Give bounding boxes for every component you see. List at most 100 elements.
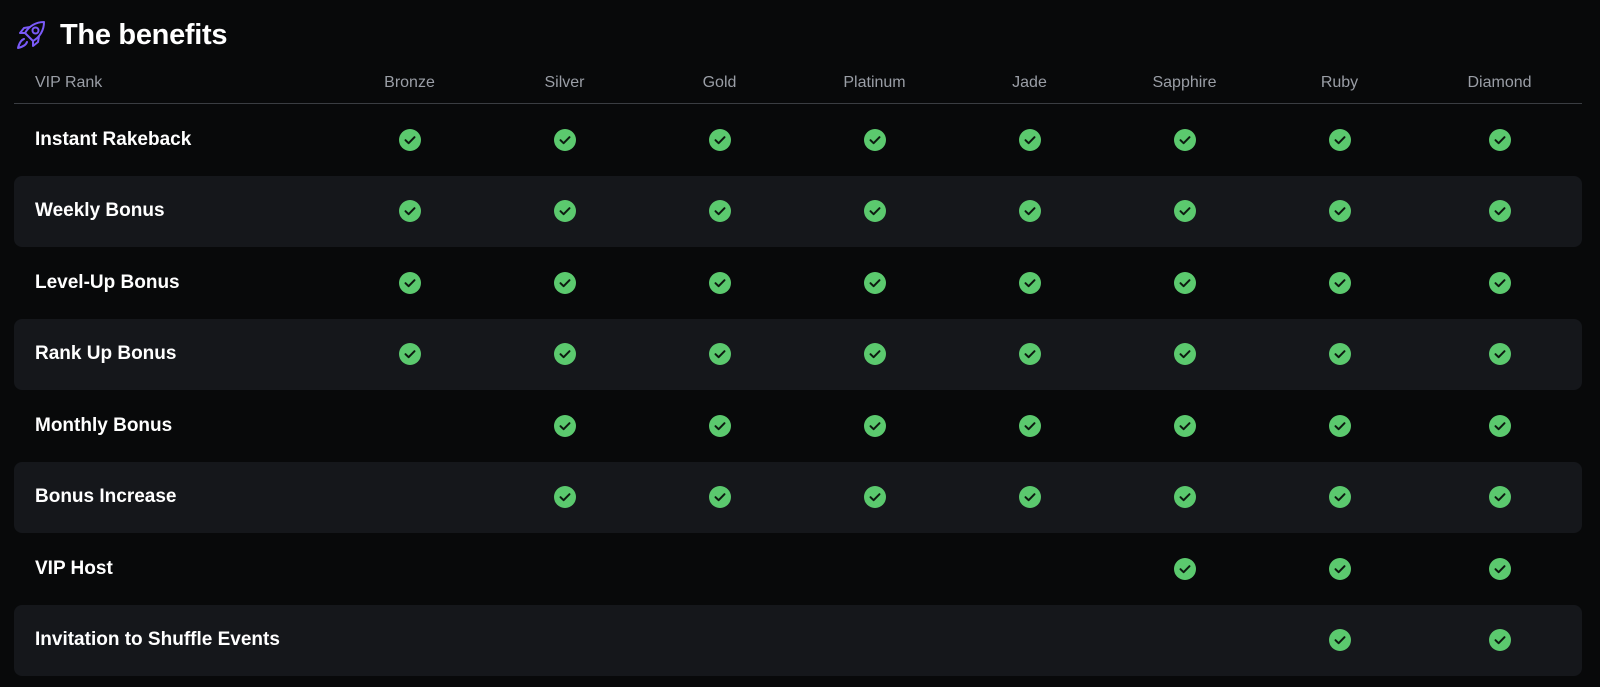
benefit-cell xyxy=(1417,461,1582,533)
benefit-cell xyxy=(642,604,797,676)
rocket-icon xyxy=(14,18,48,52)
check-icon xyxy=(398,343,421,366)
benefit-cell xyxy=(487,318,642,390)
benefit-label: Invitation to Shuffle Events xyxy=(14,604,332,676)
benefit-cell xyxy=(332,533,487,605)
benefit-cell xyxy=(1417,104,1582,176)
benefit-label: Level-Up Bonus xyxy=(35,271,180,293)
table-row: Level-Up Bonus xyxy=(14,247,1582,319)
check-icon xyxy=(1328,629,1351,652)
column-header-jade: Jade xyxy=(952,62,1107,104)
check-icon xyxy=(863,271,886,294)
benefit-cell xyxy=(1417,390,1582,462)
benefit-cell xyxy=(1417,247,1582,319)
check-icon xyxy=(1173,486,1196,509)
benefit-cell xyxy=(1107,461,1262,533)
page-title: The benefits xyxy=(60,18,228,51)
check-icon xyxy=(863,343,886,366)
check-icon xyxy=(553,128,576,151)
check-icon xyxy=(1488,557,1511,580)
benefit-cell xyxy=(1417,318,1582,390)
benefit-cell xyxy=(642,390,797,462)
benefit-cell xyxy=(952,247,1107,319)
check-icon xyxy=(708,486,731,509)
check-icon xyxy=(553,271,576,294)
check-icon xyxy=(1173,557,1196,580)
check-icon xyxy=(708,271,731,294)
benefit-cell xyxy=(487,247,642,319)
benefit-label: Rank Up Bonus xyxy=(14,318,332,390)
benefit-cell xyxy=(952,390,1107,462)
check-icon xyxy=(1018,486,1041,509)
benefits-section: The benefits VIP Rank Bronze Silver Gold… xyxy=(0,0,1600,687)
benefit-cell xyxy=(1107,604,1262,676)
section-header: The benefits xyxy=(14,16,228,54)
column-header-silver: Silver xyxy=(487,62,642,104)
benefit-cell xyxy=(332,247,487,319)
benefit-cell xyxy=(1107,104,1262,176)
benefit-cell xyxy=(1107,533,1262,605)
benefit-cell xyxy=(487,390,642,462)
check-icon xyxy=(1018,271,1041,294)
benefit-cell xyxy=(487,533,642,605)
check-icon xyxy=(1488,128,1511,151)
benefit-label: Instant Rakeback xyxy=(35,128,192,150)
benefit-cell xyxy=(1262,461,1417,533)
benefit-cell xyxy=(487,104,642,176)
check-icon xyxy=(1018,128,1041,151)
table-row: Invitation to Shuffle Events xyxy=(14,604,1582,676)
benefit-cell xyxy=(797,247,952,319)
check-icon xyxy=(708,128,731,151)
benefit-cell xyxy=(487,175,642,247)
table-row: Weekly Bonus xyxy=(14,175,1582,247)
check-icon xyxy=(1328,414,1351,437)
benefit-cell xyxy=(952,318,1107,390)
check-icon xyxy=(708,343,731,366)
column-header-ruby: Ruby xyxy=(1262,62,1417,104)
check-icon xyxy=(553,343,576,366)
check-icon xyxy=(1328,343,1351,366)
benefit-cell xyxy=(487,461,642,533)
table-row: Monthly Bonus xyxy=(14,390,1582,462)
benefit-cell xyxy=(642,461,797,533)
column-header-sapphire: Sapphire xyxy=(1107,62,1262,104)
benefit-cell xyxy=(1107,390,1262,462)
column-header-vip-rank: VIP Rank xyxy=(14,62,332,104)
benefit-cell xyxy=(332,461,487,533)
benefit-cell xyxy=(952,175,1107,247)
check-icon xyxy=(1328,128,1351,151)
benefit-cell xyxy=(797,604,952,676)
benefit-cell xyxy=(332,175,487,247)
benefit-cell xyxy=(642,533,797,605)
benefit-cell xyxy=(952,461,1107,533)
benefit-cell xyxy=(797,533,952,605)
check-icon xyxy=(1488,271,1511,294)
column-header-bronze: Bronze xyxy=(332,62,487,104)
benefits-table: VIP Rank Bronze Silver Gold Platinum Jad… xyxy=(14,62,1582,676)
check-icon xyxy=(1173,200,1196,223)
table-row: Bonus Increase xyxy=(14,461,1582,533)
check-icon xyxy=(398,271,421,294)
benefit-cell xyxy=(1262,318,1417,390)
check-icon xyxy=(1328,557,1351,580)
benefit-cell xyxy=(332,104,487,176)
check-icon xyxy=(863,414,886,437)
check-icon xyxy=(1488,343,1511,366)
benefit-cell xyxy=(332,604,487,676)
benefit-cell xyxy=(1107,247,1262,319)
benefit-cell xyxy=(642,104,797,176)
benefit-cell xyxy=(797,318,952,390)
benefit-cell xyxy=(1107,318,1262,390)
check-icon xyxy=(1018,343,1041,366)
benefit-cell xyxy=(1262,390,1417,462)
check-icon xyxy=(398,128,421,151)
benefit-cell xyxy=(1417,533,1582,605)
benefit-cell xyxy=(487,604,642,676)
check-icon xyxy=(1018,200,1041,223)
benefit-label: Weekly Bonus xyxy=(14,175,332,247)
benefit-cell xyxy=(332,390,487,462)
check-icon xyxy=(1173,128,1196,151)
check-icon xyxy=(1488,629,1511,652)
check-icon xyxy=(553,414,576,437)
table-row: Instant Rakeback xyxy=(14,104,1582,176)
